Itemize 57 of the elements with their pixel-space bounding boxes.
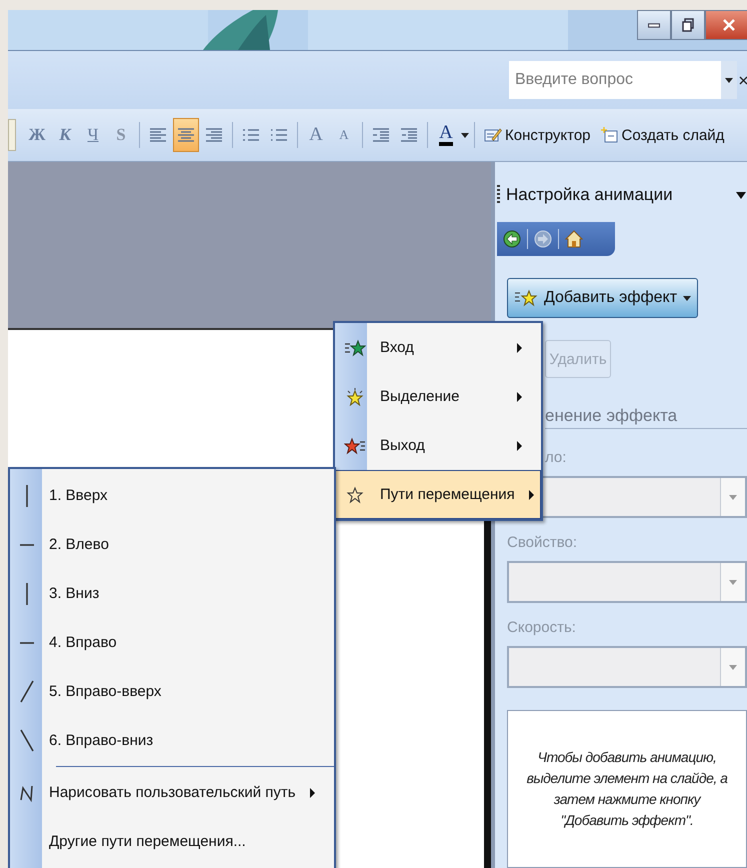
help-search-input[interactable]: Введите вопрос [509, 71, 721, 89]
decrease-indent-icon [372, 127, 390, 143]
help-search-field[interactable]: Введите вопрос [509, 61, 737, 99]
menu-item[interactable]: 1. Вверх [10, 471, 334, 520]
increase-indent-icon [400, 127, 418, 143]
font-color-button[interactable]: A [433, 118, 459, 152]
emphasis-star-icon [344, 388, 366, 406]
designer-button[interactable]: Конструктор [480, 118, 595, 152]
menu-item[interactable]: 3. Вниз [10, 569, 334, 618]
menu-item[interactable]: Вход [335, 323, 541, 372]
close-icon[interactable] [739, 74, 747, 86]
minimize-button[interactable] [637, 10, 671, 40]
menu-item[interactable]: 2. Влево [10, 520, 334, 569]
menu-item[interactable]: 6. Вправо-вниз [10, 716, 334, 765]
align-left-icon [149, 127, 167, 143]
restore-button[interactable] [671, 10, 705, 40]
menu-item[interactable]: Выход [335, 421, 541, 470]
numbered-list-icon [242, 127, 260, 143]
bullet-list-icon [270, 127, 288, 143]
minimize-icon [648, 22, 660, 28]
new-slide-button[interactable]: Создать слайд [596, 118, 728, 152]
entrance-star-icon [344, 338, 366, 356]
align-right-icon [205, 127, 223, 143]
star-outline-icon [344, 486, 366, 504]
menu-item[interactable]: Выделение [335, 372, 541, 421]
restore-icon [681, 18, 695, 32]
align-center-icon [177, 127, 195, 143]
horizontal-line-icon [19, 544, 35, 546]
menu-item[interactable]: Другие пути перемещения... [10, 817, 334, 866]
section-heading: енение эффекта [545, 406, 747, 429]
dropdown-icon[interactable] [735, 189, 747, 201]
horizontal-line-icon [19, 642, 35, 644]
add-effect-button[interactable]: Добавить эффект [507, 278, 698, 318]
toolbar-grip[interactable] [8, 119, 16, 151]
exit-star-icon [344, 436, 366, 454]
back-icon[interactable] [503, 230, 521, 248]
align-center-button[interactable] [173, 118, 199, 152]
menu-item[interactable]: Пути перемещения [335, 470, 541, 519]
star-icon [514, 288, 538, 308]
field-label: ло: [545, 449, 568, 466]
close-icon [722, 18, 736, 32]
diagonal-line-icon [20, 729, 34, 752]
menu-item[interactable]: Нарисовать пользовательский путь [10, 768, 334, 817]
new-slide-icon [600, 127, 619, 143]
menu-item[interactable]: 5. Вправо-вверх [10, 667, 334, 716]
vertical-line-icon [26, 582, 28, 606]
pane-title: Настройка анимации [506, 185, 674, 205]
forward-icon[interactable] [534, 230, 552, 248]
close-button[interactable] [705, 10, 747, 40]
menu-item[interactable]: 4. Вправо [10, 618, 334, 667]
field-label: Свойство: [507, 534, 578, 551]
pencil-icon [484, 127, 502, 143]
vertical-line-icon [26, 484, 28, 508]
diagonal-line-icon [20, 680, 34, 703]
home-icon[interactable] [565, 230, 583, 248]
field-label: Скорость: [507, 619, 577, 636]
hint-text: Чтобы добавить анимацию, выделите элемент на слайде, а затем нажмите кнопку "Добавить эффект". [526, 748, 728, 830]
